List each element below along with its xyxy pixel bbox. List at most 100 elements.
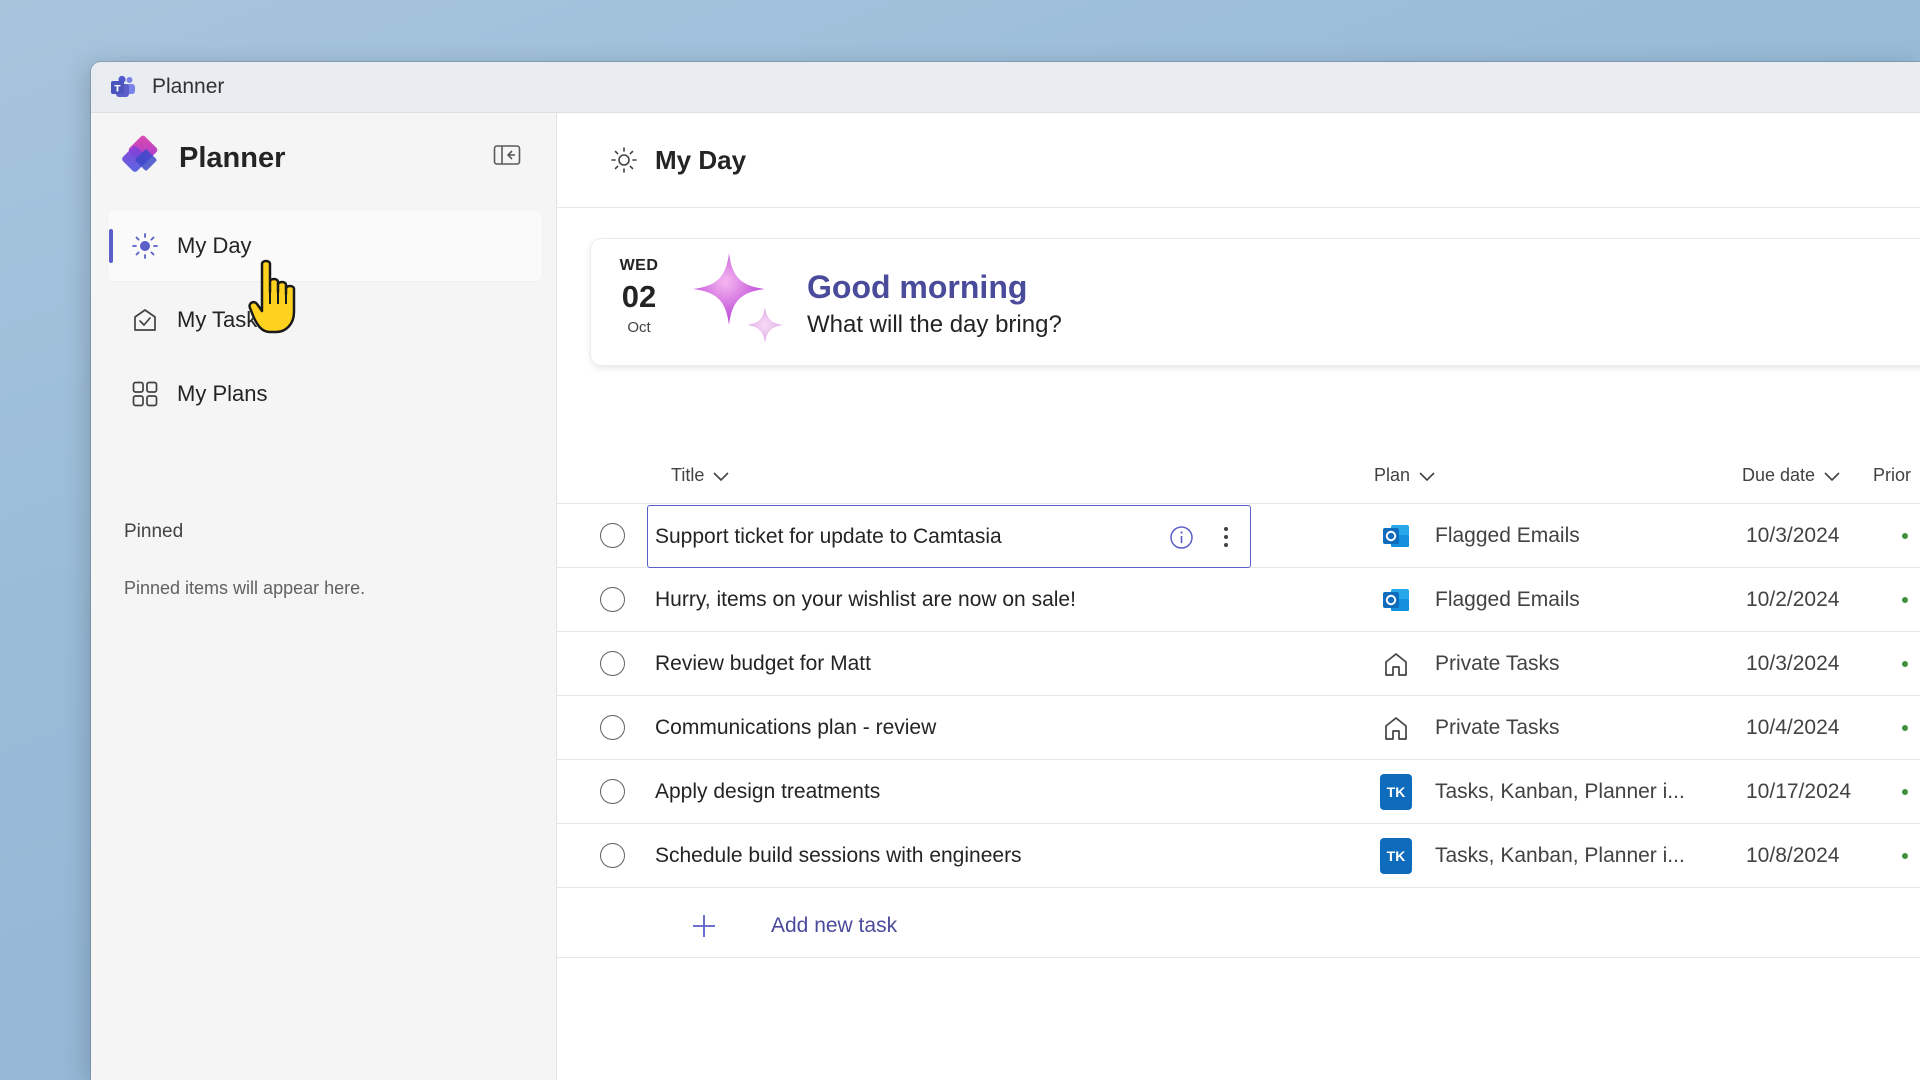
greeting-card: WED 02 Oct Good morning What will the da… [591, 239, 1920, 365]
task-title-cell[interactable]: Communications plan - review [655, 696, 1127, 759]
task-title: Communications plan - review [655, 715, 937, 739]
info-icon[interactable] [1169, 525, 1194, 550]
complete-task-checkbox[interactable] [600, 779, 625, 804]
task-plan: Flagged Emails [1435, 523, 1580, 547]
pinned-heading: Pinned [124, 521, 184, 542]
task-due-date: 10/3/2024 [1746, 523, 1840, 547]
chevron-down-icon [713, 471, 729, 481]
main-header: My Day [557, 113, 1920, 208]
grid-icon [130, 379, 160, 409]
task-plan: Tasks, Kanban, Planner i... [1435, 843, 1685, 867]
greeting-subtitle: What will the day bring? [807, 311, 1062, 338]
complete-task-checkbox[interactable] [600, 587, 625, 612]
task-due-date: 10/4/2024 [1746, 715, 1840, 739]
task-plan: Private Tasks [1435, 651, 1560, 675]
complete-task-checkbox[interactable] [600, 715, 625, 740]
column-header-title[interactable]: Title [671, 465, 730, 486]
nav-item-my-tasks[interactable]: My Tasks [108, 285, 542, 355]
complete-task-checkbox[interactable] [600, 651, 625, 676]
task-title-cell[interactable]: Review budget for Matt [655, 632, 1127, 695]
page-title: My Day [655, 144, 747, 175]
complete-task-checkbox[interactable] [600, 843, 625, 868]
plan-badge-icon: TK [1380, 838, 1412, 874]
add-new-task-label: Add new task [771, 913, 898, 937]
nav-item-my-day[interactable]: My Day [108, 211, 542, 281]
collapse-sidebar-button[interactable] [492, 144, 522, 170]
sun-outline-icon [609, 145, 639, 175]
task-table-header: Title Plan Due date Prior [557, 453, 1920, 504]
nav-label: My Plans [177, 381, 268, 406]
priority-dot-icon [1902, 661, 1908, 667]
add-new-task-button[interactable]: Add new task [557, 894, 1920, 958]
task-due-date: 10/2/2024 [1746, 587, 1840, 611]
column-header-label: Title [671, 465, 705, 485]
date-month: Oct [627, 319, 651, 336]
priority-dot-icon [1902, 853, 1908, 859]
column-header-due-date[interactable]: Due date [1742, 465, 1841, 486]
plan-badge-icon: TK [1380, 774, 1412, 810]
complete-task-checkbox[interactable] [600, 523, 625, 548]
column-header-priority[interactable]: Prior [1873, 465, 1911, 486]
task-icon [130, 305, 160, 335]
task-title: Apply design treatments [655, 779, 881, 803]
date-display: WED 02 Oct [615, 257, 663, 336]
priority-dot-icon [1902, 533, 1908, 539]
priority-dot-icon [1902, 725, 1908, 731]
table-row[interactable]: Support ticket for update to Camtasia Fl… [557, 504, 1920, 568]
pinned-empty-message: Pinned items will appear here. [124, 578, 366, 598]
outlook-icon [1380, 584, 1412, 616]
outlook-icon [1380, 520, 1412, 552]
plus-icon [690, 912, 718, 940]
task-plan: Private Tasks [1435, 715, 1560, 739]
sun-icon [130, 231, 160, 261]
teams-icon: T [109, 73, 137, 101]
app-window: T Planner Planner My Day My Tasks My Pla… [91, 62, 1920, 1080]
task-title-cell[interactable]: Support ticket for update to Camtasia [647, 505, 1251, 568]
table-row[interactable]: Apply design treatments TK Tasks, Kanban… [557, 760, 1920, 824]
more-options-icon[interactable] [1216, 523, 1236, 551]
svg-text:T: T [114, 85, 121, 95]
column-header-plan[interactable]: Plan [1374, 465, 1436, 486]
title-bar: T Planner [91, 62, 1920, 113]
column-header-label: Prior [1873, 465, 1912, 485]
priority-dot-icon [1902, 789, 1908, 795]
hand-pointer-cursor-icon [248, 258, 304, 338]
date-day-of-week: WED [619, 257, 659, 274]
task-title: Review budget for Matt [655, 651, 871, 675]
greeting-title: Good morning [807, 269, 1028, 305]
sparkle-icon [689, 249, 789, 358]
task-title-cell[interactable]: Apply design treatments [655, 760, 1127, 823]
task-due-date: 10/17/2024 [1746, 779, 1852, 803]
date-day: 02 [621, 279, 657, 314]
table-row[interactable]: Communications plan - review Private Tas… [557, 696, 1920, 760]
priority-dot-icon [1902, 597, 1908, 603]
plan-badge: TK [1380, 774, 1412, 810]
task-plan: Flagged Emails [1435, 587, 1580, 611]
home-icon [1380, 712, 1412, 744]
task-plan: Tasks, Kanban, Planner i... [1435, 779, 1685, 803]
task-title-cell[interactable]: Hurry, items on your wishlist are now on… [655, 568, 1127, 631]
table-row[interactable]: Schedule build sessions with engineers T… [557, 824, 1920, 888]
planner-logo-icon [121, 135, 163, 182]
sidebar: Planner My Day My Tasks My Plans Pinned … [91, 113, 557, 1080]
nav-item-my-plans[interactable]: My Plans [108, 359, 542, 429]
plan-badge: TK [1380, 838, 1412, 874]
sidebar-collapse-icon [493, 144, 521, 171]
nav-label: My Day [177, 233, 252, 258]
chevron-down-icon [1419, 471, 1435, 481]
brand-title: Planner [179, 142, 286, 174]
main-content: My Day WED 02 Oct Good morning What will… [557, 113, 1920, 1080]
home-icon [1380, 648, 1412, 680]
window-title: Planner [152, 75, 225, 98]
table-row[interactable]: Hurry, items on your wishlist are now on… [557, 568, 1920, 632]
task-title: Schedule build sessions with engineers [655, 843, 1022, 867]
chevron-down-icon [1824, 471, 1840, 481]
column-header-label: Plan [1374, 465, 1411, 485]
table-row[interactable]: Review budget for Matt Private Tasks 10/… [557, 632, 1920, 696]
task-title-cell[interactable]: Schedule build sessions with engineers [655, 824, 1127, 887]
task-title: Hurry, items on your wishlist are now on… [655, 587, 1076, 611]
task-title: Support ticket for update to Camtasia [655, 524, 1002, 548]
brand: Planner [121, 135, 285, 182]
task-due-date: 10/8/2024 [1746, 843, 1840, 867]
task-due-date: 10/3/2024 [1746, 651, 1840, 675]
